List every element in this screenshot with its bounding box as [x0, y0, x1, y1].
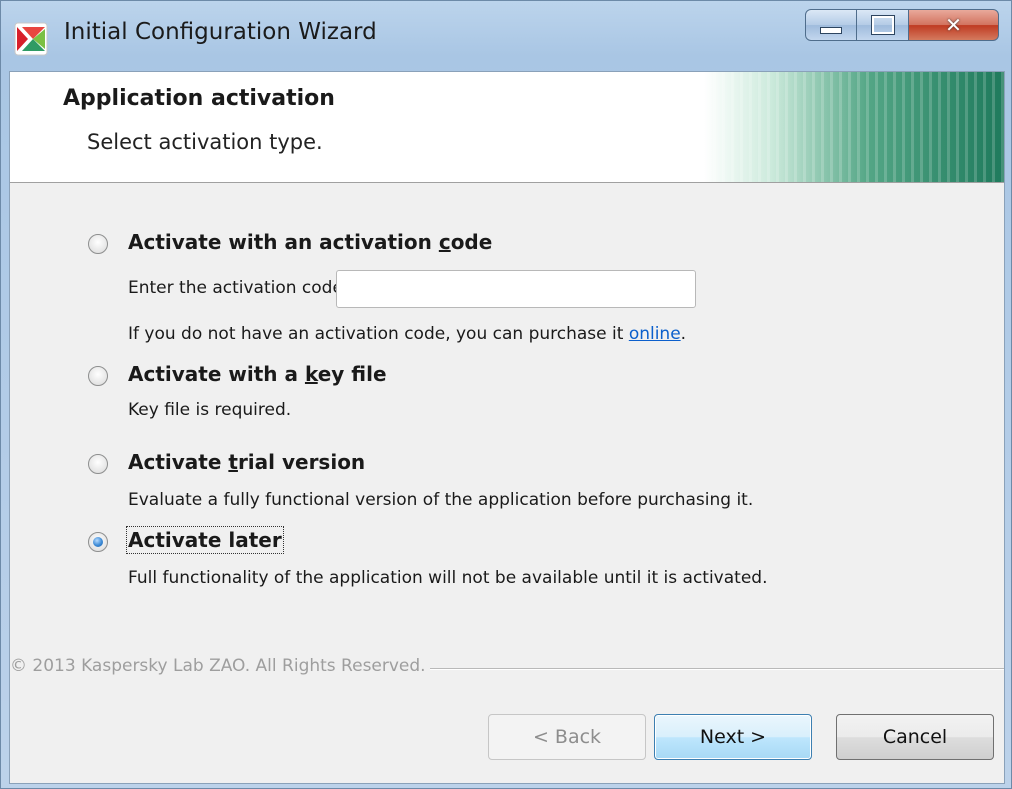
wizard-window: Initial Configuration Wizard ✕ Applicati…: [0, 0, 1012, 789]
key-file-description: Key file is required.: [128, 400, 292, 420]
page-title: Application activation: [63, 86, 335, 111]
close-icon: ✕: [945, 13, 962, 37]
cancel-button[interactable]: Cancel: [836, 714, 994, 760]
kaspersky-logo-icon: [14, 22, 48, 56]
maximize-icon: [870, 15, 895, 35]
next-button[interactable]: Next >: [654, 714, 812, 760]
radio-trial[interactable]: [88, 454, 108, 474]
back-button[interactable]: < Back: [488, 714, 646, 760]
page-subtitle: Select activation type.: [87, 130, 323, 154]
close-button[interactable]: ✕: [909, 9, 999, 41]
window-title: Initial Configuration Wizard: [64, 19, 377, 45]
online-link[interactable]: online: [629, 324, 681, 344]
title-bar[interactable]: Initial Configuration Wizard ✕: [1, 1, 1011, 71]
caption-buttons: ✕: [805, 9, 999, 43]
radio-activate-later[interactable]: [88, 532, 108, 552]
option-activation-code-label[interactable]: Activate with an activation code: [128, 230, 492, 254]
activation-code-input[interactable]: [336, 270, 696, 308]
purchase-text: If you do not have an activation code, y…: [128, 324, 687, 344]
trial-description: Evaluate a fully functional version of t…: [128, 490, 754, 510]
copyright-text: © 2013 Kaspersky Lab ZAO. All Rights Res…: [10, 656, 426, 676]
wizard-client-area: Application activation Select activation…: [9, 71, 1005, 784]
header-banner-stripes: [704, 72, 1004, 182]
option-trial-label[interactable]: Activate trial version: [128, 450, 365, 474]
radio-activation-code[interactable]: [88, 234, 108, 254]
footer-divider: [430, 668, 1004, 670]
radio-key-file[interactable]: [88, 366, 108, 386]
wizard-header: Application activation Select activation…: [10, 72, 1004, 183]
option-key-file-label[interactable]: Activate with a key file: [128, 362, 387, 386]
later-description: Full functionality of the application wi…: [128, 568, 768, 588]
option-activate-later-label[interactable]: Activate later: [126, 526, 284, 554]
minimize-button[interactable]: [805, 9, 857, 41]
activation-code-prompt: Enter the activation code:: [128, 278, 349, 298]
maximize-button[interactable]: [857, 9, 909, 41]
minimize-icon: [820, 26, 842, 34]
